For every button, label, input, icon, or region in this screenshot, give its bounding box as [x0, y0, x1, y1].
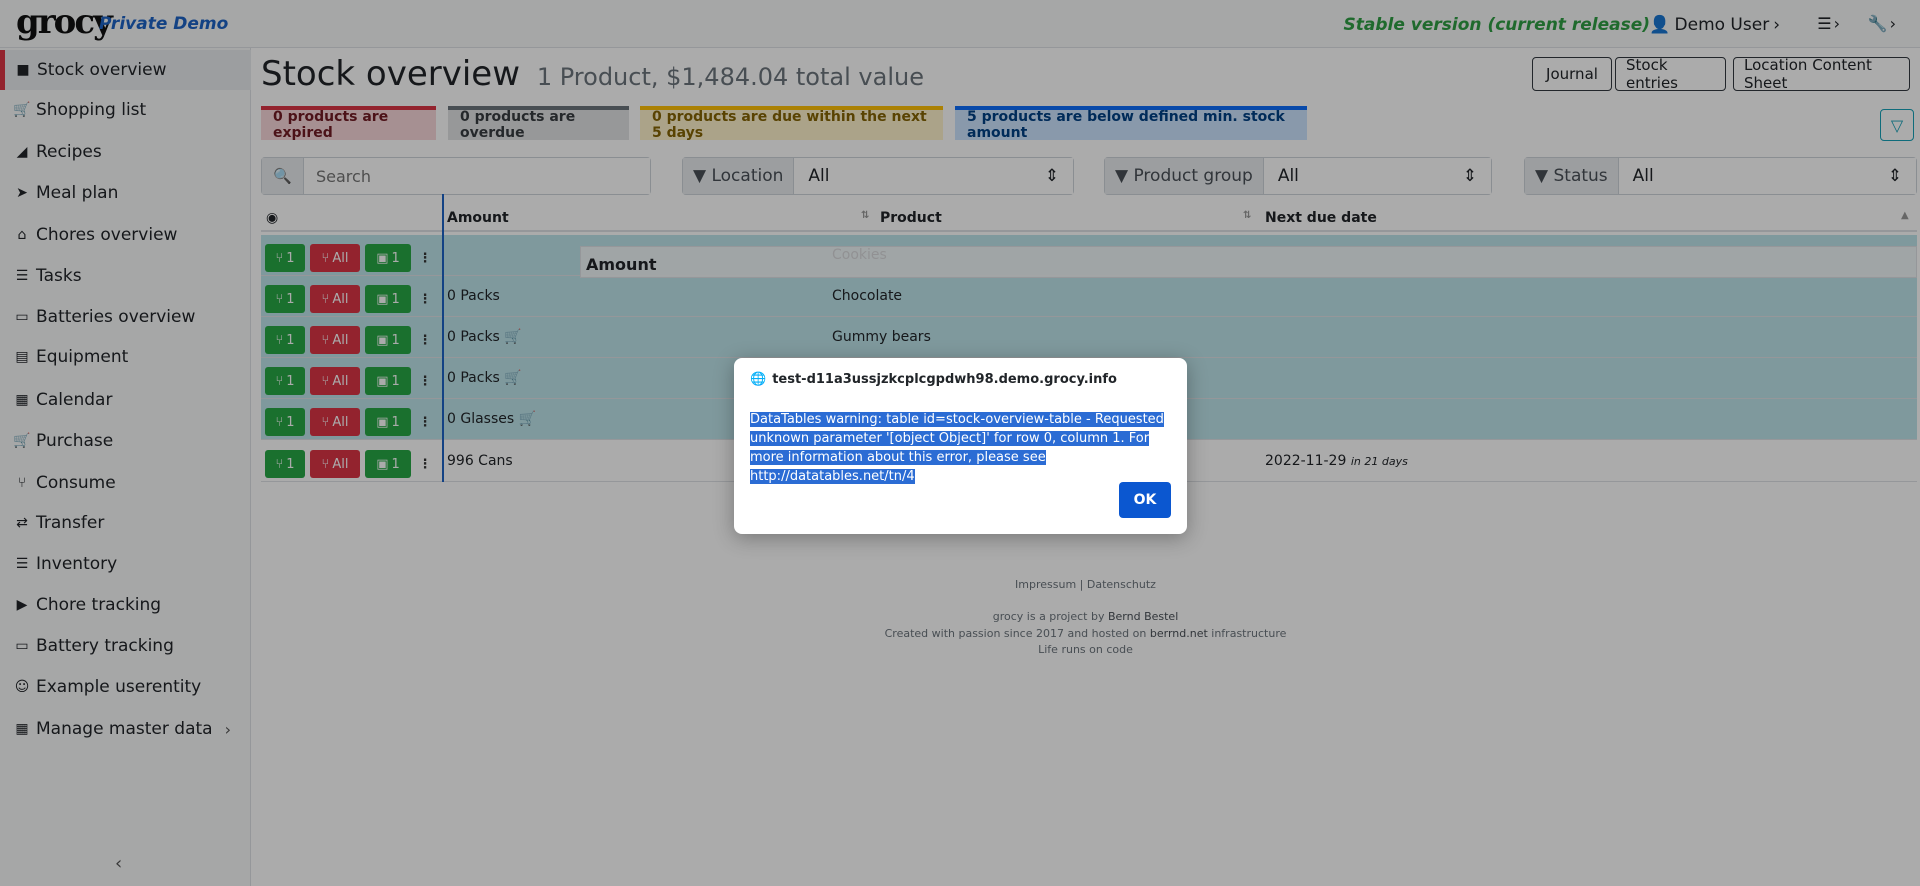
dialog-message: DataTables warning: table id=stock-overv…	[750, 410, 1170, 486]
dialog-origin: 🌐 test-d11a3ussjzkcplcgpdwh98.demo.grocy…	[750, 372, 1117, 387]
dialog-origin-text: test-d11a3ussjzkcplcgpdwh98.demo.grocy.i…	[772, 372, 1117, 387]
dialog-message-text: DataTables warning: table id=stock-overv…	[750, 412, 1164, 484]
ok-button[interactable]: OK	[1119, 482, 1171, 518]
alert-dialog: 🌐 test-d11a3ussjzkcplcgpdwh98.demo.grocy…	[734, 358, 1187, 534]
globe-icon: 🌐	[750, 372, 767, 387]
